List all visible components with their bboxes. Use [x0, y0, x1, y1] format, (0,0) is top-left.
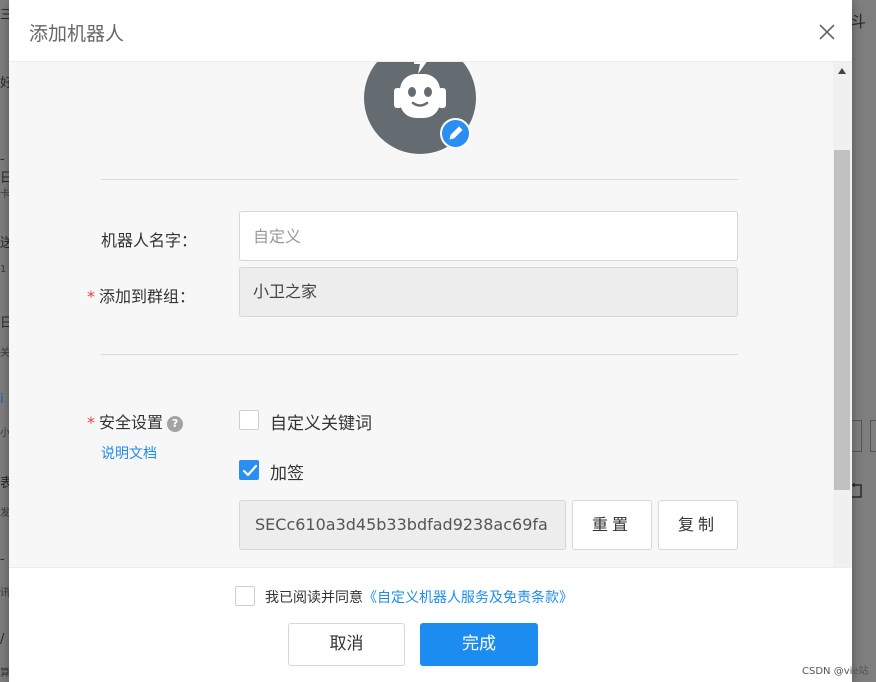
dialog-header: 添加机器人 — [9, 0, 852, 62]
pencil-icon — [449, 125, 464, 140]
add-robot-dialog: 添加机器人 机器人名字： 自定义 * 添加到群组： 小卫之家 * 安全设置 ? … — [9, 0, 852, 682]
bg-text: 斗 — [850, 12, 867, 31]
checkmark-icon — [242, 464, 258, 477]
divider — [101, 354, 738, 355]
required-mark: * — [87, 287, 95, 306]
sign-checkbox-label: 加签 — [270, 464, 304, 484]
scroll-up-arrow-icon[interactable] — [838, 68, 846, 74]
scroll-thumb[interactable] — [834, 150, 850, 490]
doc-link[interactable]: 说明文档 — [101, 443, 157, 463]
keyword-checkbox-label: 自定义关键词 — [270, 414, 372, 434]
bg-box — [870, 420, 876, 452]
agree-checkbox[interactable] — [235, 586, 255, 606]
security-label: * 安全设置? — [87, 409, 184, 433]
dialog-footer: 我已阅读并同意《自定义机器人服务及免责条款》 取消 完成 — [9, 567, 852, 682]
divider — [101, 179, 738, 180]
security-label-text: 安全设置 — [99, 413, 164, 432]
group-label: * 添加到群组： — [87, 283, 195, 307]
sign-checkbox[interactable] — [239, 460, 259, 480]
close-icon — [819, 24, 835, 40]
required-mark: * — [87, 413, 95, 432]
bg-box — [852, 420, 862, 452]
group-label-text: 添加到群组： — [99, 287, 196, 306]
dialog-body: 机器人名字： *添加到群组： 小卫之家 *安全设置? 说明文档 自定义关键词 加… — [9, 62, 831, 567]
cancel-button[interactable]: 取消 — [288, 623, 405, 666]
close-button[interactable] — [817, 22, 837, 42]
copy-button[interactable]: 复制 — [658, 500, 738, 550]
dialog-title: 添加机器人 — [29, 23, 125, 45]
edit-avatar-button[interactable] — [440, 118, 471, 149]
reset-button[interactable]: 重置 — [572, 500, 652, 550]
done-button[interactable]: 完成 — [420, 623, 538, 666]
robot-name-input[interactable] — [239, 211, 738, 261]
help-icon[interactable]: ? — [167, 416, 184, 432]
group-input[interactable]: 小卫之家 — [239, 267, 738, 317]
watermark: CSDN @vie站 — [802, 666, 869, 677]
keyword-checkbox[interactable] — [239, 410, 259, 430]
secret-input[interactable]: SECc610a3d45b33bdfad9238ac69fa — [239, 500, 566, 550]
dialog-scrollbar[interactable] — [833, 62, 851, 567]
agree-prefix: 我已阅读并同意 — [265, 590, 363, 606]
robot-name-label: 机器人名字： — [101, 231, 198, 250]
agree-text: 我已阅读并同意《自定义机器人服务及免责条款》 — [265, 587, 573, 607]
terms-link[interactable]: 《自定义机器人服务及免责条款》 — [363, 590, 573, 606]
